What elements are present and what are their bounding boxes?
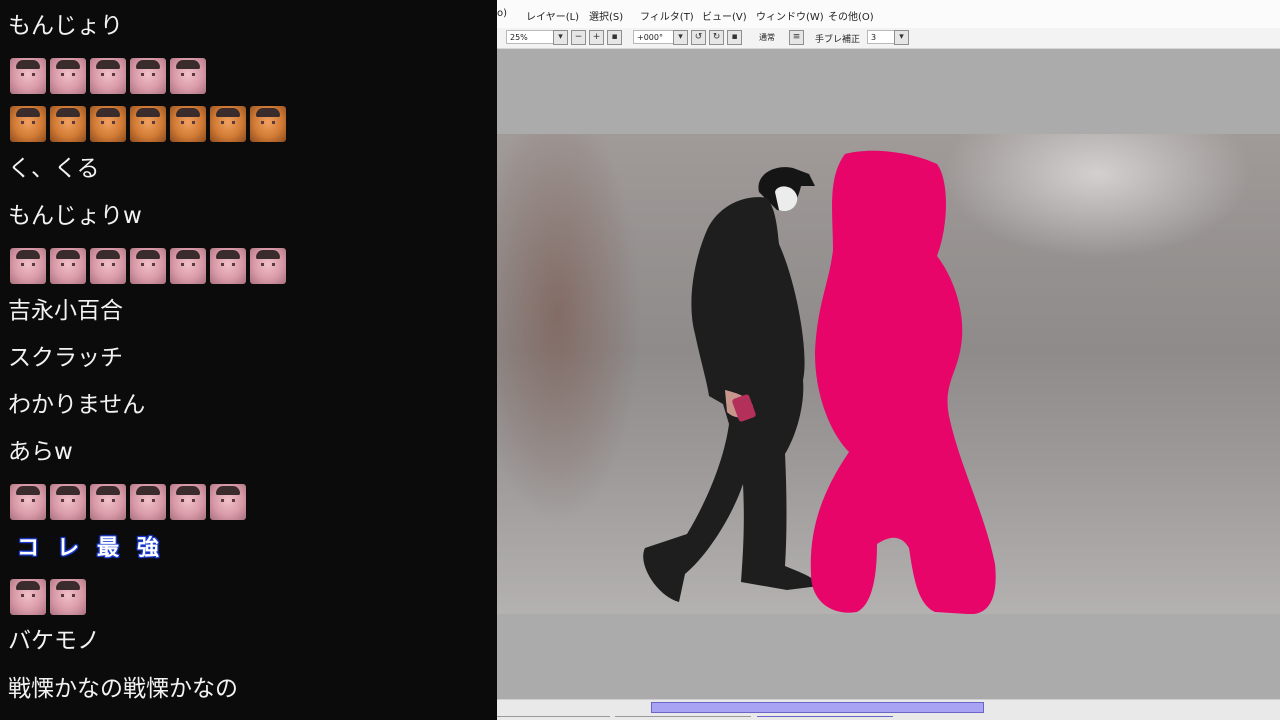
face-emote-icon [170,248,206,284]
face-emote-icon [10,106,46,142]
paint-app-window: o) レイヤー(L) 選択(S) フィルタ(T) ビュー(V) ウィンドウ(W)… [497,0,1280,720]
face-emote-icon [130,106,166,142]
chat-message: く、くる [8,156,100,182]
zoom-out-icon[interactable]: − [571,30,586,45]
rotation-select[interactable]: +000° [633,30,675,44]
chat-message: 吉永小百合 [8,298,123,324]
text-stamp: 強 [136,536,159,561]
face-emote-icon [90,248,126,284]
blend-mode-label[interactable]: 通常 [755,30,783,44]
person-figure-icon [643,167,819,602]
stabilizer-select[interactable]: 3 [867,30,897,44]
rotation-dropdown-icon[interactable]: ▾ [673,30,688,45]
chat-message: 戦慄かなの戦慄かなの [8,676,238,702]
zoom-in-icon[interactable]: + [589,30,604,45]
scrollbar-thumb[interactable] [651,702,984,713]
face-emote-icon [10,58,46,94]
rotate-right-icon[interactable]: ↻ [709,30,724,45]
menu-item-filter[interactable]: フィルタ(T) [640,8,694,23]
drawing-canvas[interactable] [497,134,1280,614]
layer-tab[interactable] [497,716,610,720]
chat-message: スクラッチ [8,345,123,371]
chat-message: もんじょり [8,13,123,39]
face-emote-icon [170,106,206,142]
face-emote-icon [250,106,286,142]
text-stamp: コ [16,536,39,561]
face-emote-icon [210,248,246,284]
face-emote-icon [250,248,286,284]
chat-message: バケモノ [8,628,100,654]
emote-row [10,106,286,142]
canvas-image [643,150,996,614]
emote-row [10,248,286,284]
blend-mode-icon[interactable]: ≡ [789,30,804,45]
menu-item-view[interactable]: ビュー(V) [702,8,747,23]
canvas-workspace[interactable] [497,49,1280,699]
rotation-reset-icon[interactable]: ▪ [727,30,742,45]
face-emote-icon [90,58,126,94]
face-emote-icon [50,484,86,520]
stabilizer-dropdown-icon[interactable]: ▾ [894,30,909,45]
face-emote-icon [170,58,206,94]
face-emote-icon [50,248,86,284]
chat-message: わかりません [8,392,146,418]
rotate-left-icon[interactable]: ↺ [691,30,706,45]
menu-bar: o) レイヤー(L) 選択(S) フィルタ(T) ビュー(V) ウィンドウ(W)… [497,0,1280,28]
emote-row [10,484,246,520]
layer-tab[interactable] [615,716,751,720]
face-emote-icon [50,58,86,94]
face-emote-icon [50,106,86,142]
face-emote-icon [170,484,206,520]
face-emote-icon [90,484,126,520]
chat-message: あらw [8,439,73,465]
stabilizer-label: 手ブレ補正 [815,35,861,45]
text-stamp: 最 [96,536,119,561]
face-emote-icon [10,579,46,615]
toolbar: 25% ▾ − + ▪ +000° ▾ ↺ ↻ ▪ 通常 ≡ 手ブレ補正 3 ▾ [497,28,1280,49]
face-emote-icon [210,484,246,520]
emote-row [10,579,86,615]
face-emote-icon [210,106,246,142]
emote-row [10,58,206,94]
zoom-reset-icon[interactable]: ▪ [607,30,622,45]
face-emote-icon [90,106,126,142]
stamp-row: コ レ 最 強 [12,534,164,566]
menu-item-file[interactable]: o) [497,8,507,19]
text-stamp: レ [56,536,79,561]
face-emote-icon [10,248,46,284]
face-emote-icon [50,579,86,615]
chat-message: もんじょりw [8,203,142,229]
zoom-dropdown-icon[interactable]: ▾ [553,30,568,45]
layer-tab[interactable] [757,716,893,720]
menu-item-select[interactable]: 選択(S) [589,8,623,23]
menu-item-layer[interactable]: レイヤー(L) [526,8,579,23]
horizontal-scrollbar[interactable] [497,699,1280,720]
face-emote-icon [130,58,166,94]
painted-region-shape [810,150,996,614]
zoom-select[interactable]: 25% [506,30,556,44]
menu-item-window[interactable]: ウィンドウ(W) [756,8,824,23]
face-emote-icon [10,484,46,520]
menu-item-other[interactable]: その他(O) [828,8,874,23]
chat-panel: もんじょり く、くる もんじょりw 吉永小百合 スクラッチ わかりません あらw [0,0,497,720]
face-emote-icon [130,248,166,284]
face-emote-icon [130,484,166,520]
